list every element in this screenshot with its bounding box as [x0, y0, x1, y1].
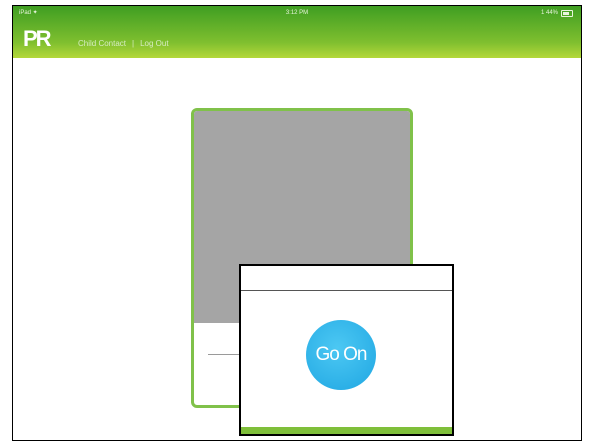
battery-status: 1 44%	[541, 6, 573, 20]
battery-label: 1 44%	[540, 10, 558, 16]
zoom-card-border	[241, 427, 452, 434]
clock: 3:12 PM	[285, 10, 309, 16]
nav-link-log-out[interactable]: Log Out	[140, 39, 168, 48]
app-header: iPad ✦ 3:12 PM 1 44% PR Child Contact | …	[13, 6, 581, 58]
nav-separator: |	[132, 39, 135, 48]
zoom-inset: Go On	[239, 264, 454, 436]
zoom-divider	[241, 290, 452, 291]
app-logo[interactable]: PR	[23, 28, 52, 50]
go-on-button[interactable]: Go On	[306, 320, 376, 390]
status-bar: iPad ✦ 3:12 PM 1 44%	[13, 6, 581, 20]
header-nav: Child Contact | Log Out	[78, 39, 169, 48]
nav-link-child-contact[interactable]: Child Contact	[78, 39, 126, 48]
battery-icon	[561, 9, 573, 17]
